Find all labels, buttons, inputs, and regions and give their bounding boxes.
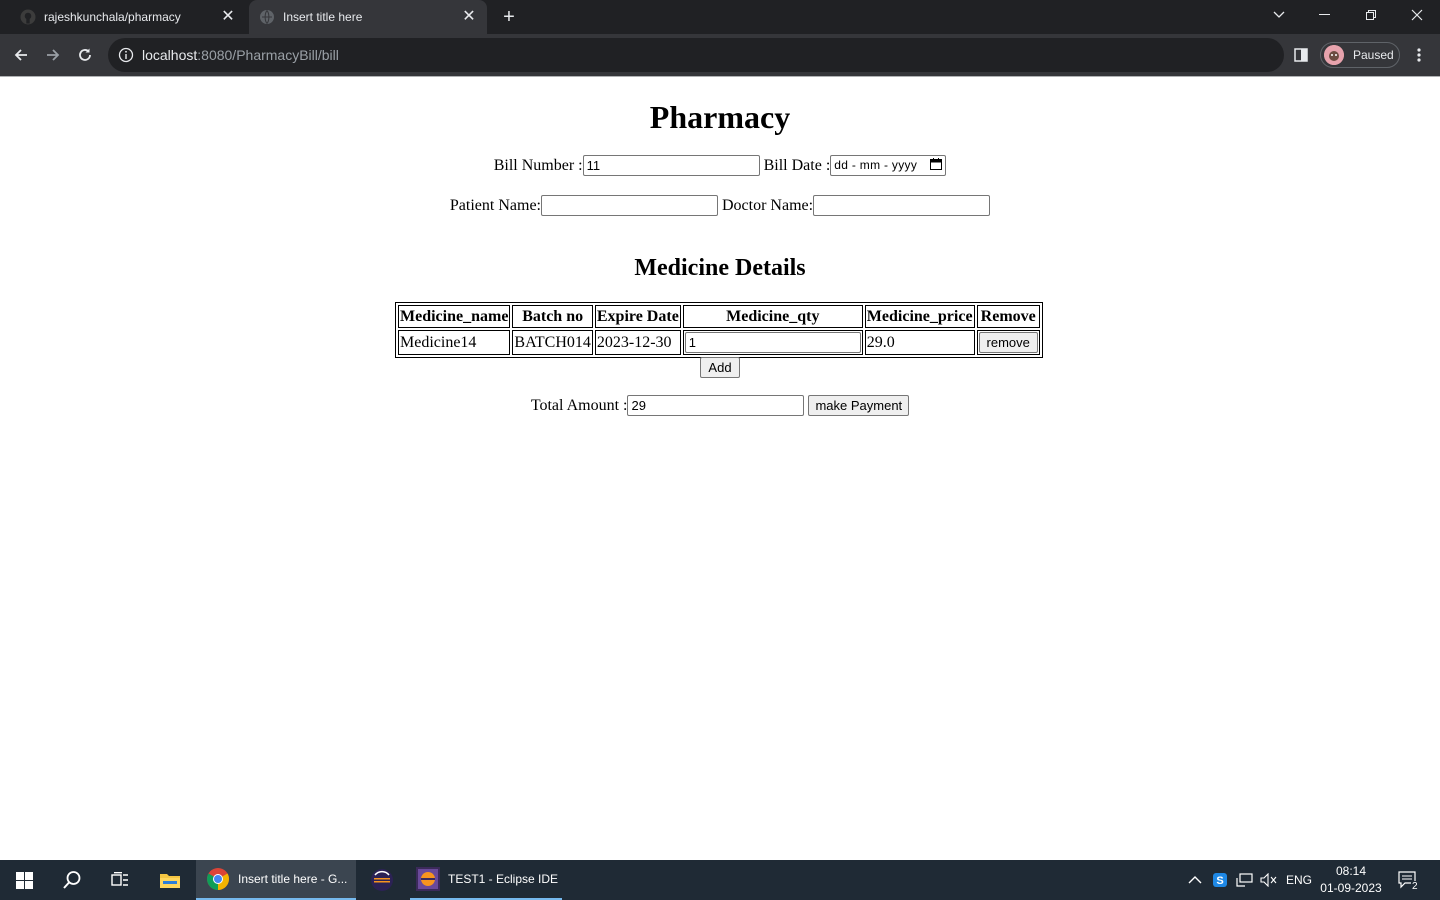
column-header: Remove <box>976 305 1040 328</box>
column-header: Medicine_price <box>864 305 975 328</box>
column-header: Medicine_qty <box>682 305 863 328</box>
url-text[interactable]: localhost:8080/PharmacyBill/bill <box>142 46 339 64</box>
remove-cell: remove <box>976 330 1040 355</box>
section-title: Medicine Details <box>634 255 806 281</box>
clock[interactable]: 08:14 01-09-2023 <box>1316 863 1386 897</box>
url-path: :8080/PharmacyBill/bill <box>197 47 339 63</box>
make-payment-button[interactable]: make Payment <box>808 395 910 416</box>
patient-name-input[interactable] <box>541 195 718 216</box>
page-content: Pharmacy Bill Number : 11 Bill Date : dd… <box>0 77 1440 860</box>
date: 01-09-2023 <box>1320 881 1382 895</box>
menu-kebab-icon[interactable] <box>1404 40 1434 70</box>
bill-number-label: Bill Number : <box>493 156 583 174</box>
taskbar: Insert title here - G... TEST1 - Eclipse… <box>0 860 1440 900</box>
tab-active[interactable]: Insert title here ✕ <box>249 0 487 34</box>
notification-icon[interactable]: 2 <box>1398 860 1420 900</box>
add-medicine-button[interactable]: Add <box>700 357 740 378</box>
taskbar-chrome-app[interactable]: Insert title here - G... <box>196 860 356 900</box>
bill-date-label: Bill Date : <box>763 156 831 174</box>
search-icon[interactable] <box>48 860 96 900</box>
doctor-name-input[interactable] <box>813 195 991 216</box>
app-label: Insert title here - G... <box>238 872 348 886</box>
bill-date-placeholder: dd - mm - yyyy <box>834 158 918 172</box>
file-explorer-icon[interactable] <box>146 860 194 900</box>
tab-title: Insert title here <box>283 10 363 24</box>
batch-cell: BATCH014 <box>512 330 593 355</box>
expire-date-cell: 2023-12-30 <box>594 330 681 355</box>
time: 08:14 <box>1335 864 1367 878</box>
volume-muted-icon[interactable] <box>1260 860 1278 900</box>
globe-icon <box>259 9 275 25</box>
github-icon <box>20 9 36 25</box>
browser-tab-strip: rajeshkunchala/pharmacy ✕ Insert title h… <box>0 0 1440 34</box>
patient-name-label: Patient Name: <box>449 196 541 214</box>
minimize-icon[interactable] <box>1302 0 1348 30</box>
bill-row: Bill Number : 11 Bill Date : dd - mm - y… <box>0 155 1440 176</box>
qty-cell: 1 <box>682 330 863 355</box>
total-row: Total Amount : 29 make Payment <box>0 395 1440 416</box>
language-indicator[interactable]: ENG <box>1286 860 1312 900</box>
tab-title: rajeshkunchala/pharmacy <box>44 10 181 24</box>
calendar-icon[interactable] <box>930 157 943 174</box>
app-label: TEST1 - Eclipse IDE <box>448 872 559 886</box>
tab-search-icon[interactable] <box>1256 0 1302 30</box>
new-tab-icon[interactable]: + <box>498 6 520 28</box>
taskbar-eclipse-app[interactable]: TEST1 - Eclipse IDE <box>410 860 562 900</box>
close-tab-icon[interactable]: ✕ <box>461 9 477 25</box>
table-header-row: Medicine_name Batch no Expire Date Medic… <box>398 305 1040 328</box>
medicine-table-container: Medicine_name Batch no Expire Date Medic… <box>395 302 1043 358</box>
column-header: Medicine_name <box>398 305 511 328</box>
windows-start-icon[interactable] <box>0 860 48 900</box>
tab-github[interactable]: rajeshkunchala/pharmacy ✕ <box>0 0 246 34</box>
chevron-up-icon[interactable] <box>1188 860 1204 900</box>
total-amount-label: Total Amount : <box>530 396 628 414</box>
close-window-icon[interactable] <box>1394 0 1440 30</box>
chrome-icon <box>206 867 230 891</box>
column-header: Expire Date <box>594 305 681 328</box>
remove-button[interactable]: remove <box>978 332 1038 353</box>
names-row: Patient Name: Doctor Name: <box>0 195 1440 216</box>
bill-date-input[interactable]: dd - mm - yyyy <box>830 155 947 176</box>
restore-icon[interactable] <box>1348 0 1394 30</box>
bill-number-input[interactable]: 11 <box>582 155 760 176</box>
medicine-table: Medicine_name Batch no Expire Date Medic… <box>395 302 1043 358</box>
doctor-name-label: Doctor Name: <box>722 196 814 214</box>
back-icon[interactable] <box>6 40 36 70</box>
task-view-icon[interactable] <box>96 860 144 900</box>
medicine-name-cell: Medicine14 <box>398 330 511 355</box>
network-icon[interactable] <box>1236 860 1254 900</box>
profile-button[interactable]: Paused <box>1320 42 1400 68</box>
avatar <box>1324 45 1344 65</box>
site-info-icon[interactable] <box>118 47 134 63</box>
forward-icon[interactable] <box>38 40 68 70</box>
url-host: localhost <box>142 47 198 63</box>
total-amount-input[interactable]: 29 <box>627 395 805 416</box>
eclipse-pinned-icon[interactable] <box>358 860 406 900</box>
eclipse-icon <box>416 867 440 891</box>
price-cell: 29.0 <box>864 330 975 355</box>
reload-icon[interactable] <box>70 40 100 70</box>
page-title: Pharmacy <box>649 99 791 135</box>
close-tab-icon[interactable]: ✕ <box>220 9 236 25</box>
notification-count: 2 <box>1411 881 1419 892</box>
medicine-qty-input[interactable]: 1 <box>684 332 861 353</box>
column-header: Batch no <box>512 305 593 328</box>
svg-text:S: S <box>1216 875 1223 887</box>
skype-icon[interactable]: S <box>1212 860 1230 900</box>
side-panel-icon[interactable] <box>1286 40 1316 70</box>
profile-status: Paused <box>1353 48 1394 62</box>
table-row: Medicine14 BATCH014 2023-12-30 1 29.0 re… <box>398 330 1040 355</box>
